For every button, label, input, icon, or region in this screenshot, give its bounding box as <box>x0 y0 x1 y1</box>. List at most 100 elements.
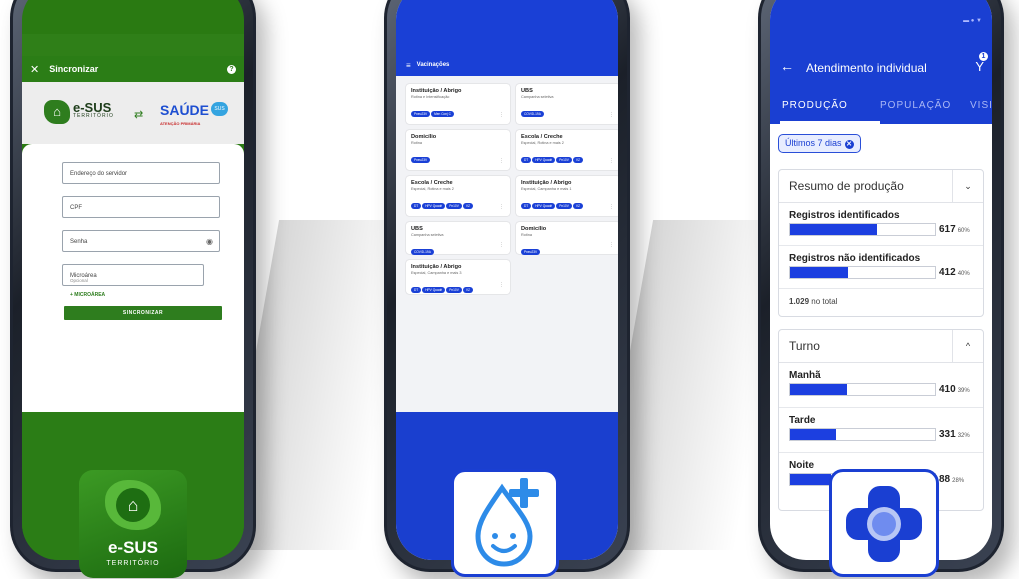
filter-count-badge: 1 <box>979 52 988 61</box>
vaccine-chip: VZ <box>572 203 583 209</box>
card-subtitle: Campanha seletiva <box>411 233 444 237</box>
tab-visita[interactable]: VISITA <box>970 100 992 111</box>
more-icon[interactable]: ⋮ <box>609 112 614 118</box>
total-value: 1.029 <box>789 297 810 306</box>
vaccine-chip: VZ <box>572 157 583 163</box>
saude-logo: SAÚDE SUS ATENÇÃO PRIMÁRIA <box>160 102 229 126</box>
more-icon[interactable]: ⋮ <box>499 242 504 248</box>
esus-logo-text: e-SUS <box>73 100 112 115</box>
more-icon[interactable]: ⋮ <box>499 204 504 210</box>
close-icon[interactable]: ✕ <box>30 63 39 76</box>
stat-row: Registros não identificados 412 40% <box>779 246 983 289</box>
vaccine-chip: Pn10V <box>556 203 572 209</box>
panel-header[interactable]: Turno ^ <box>779 330 983 363</box>
optional-hint: Opcional <box>70 278 88 283</box>
stat-label: Registros não identificados <box>789 253 921 264</box>
card-title: Escola / Creche <box>411 180 453 186</box>
vaccine-drop-app-icon <box>451 469 559 577</box>
more-icon[interactable]: ⋮ <box>609 204 614 210</box>
tab-producao[interactable]: PRODUÇÃO <box>782 100 848 111</box>
sync-button[interactable]: SINCRONIZAR <box>64 306 222 320</box>
vaccine-chip: Pn10V <box>556 157 572 163</box>
stat-count: 410 <box>939 384 956 395</box>
esus-territorio-app-icon: ⌂ e-SUS TERRITÓRIO <box>79 470 187 578</box>
panel-header[interactable]: Resumo de produção ⌄ <box>779 170 983 203</box>
more-icon[interactable]: ⋮ <box>609 158 614 164</box>
vaccination-card[interactable]: UBS Campanha seletiva COVID-19A ⋮ <box>516 84 618 124</box>
stat-value: 412 40% <box>939 267 970 278</box>
house-icon: ⌂ <box>116 488 150 522</box>
card-title: Domicílio <box>411 134 437 140</box>
add-microarea-button[interactable]: + MICROÁREA <box>70 292 105 298</box>
card-subtitle: Especial, Rotina e mais 2 <box>521 141 564 145</box>
card-title: Escola / Creche <box>521 134 563 140</box>
status-bar <box>396 0 618 54</box>
vaccination-card[interactable]: Instituição / Abrigo Especial, Campanha … <box>516 176 618 216</box>
stat-percent: 39% <box>957 388 970 394</box>
eye-icon[interactable]: ◉ <box>206 231 213 253</box>
more-icon[interactable]: ⋮ <box>609 242 614 248</box>
total-line: 1.029 no total <box>779 289 983 317</box>
app-bar-title: Sincronizar <box>49 64 99 74</box>
stat-bar <box>789 223 936 236</box>
close-icon[interactable]: ✕ <box>844 140 854 149</box>
card-title: Instituição / Abrigo <box>521 180 572 186</box>
vaccination-card[interactable]: Domicílio Rotina Pneu23V ⋮ <box>516 222 618 255</box>
stat-label: Registros identificados <box>789 210 900 221</box>
sus-logo-badge: SUS <box>211 102 229 116</box>
stat-label: Tarde <box>789 415 816 426</box>
vaccination-card[interactable]: Escola / Creche Especial, Rotina e mais … <box>406 176 510 216</box>
app-icon-title: e-SUS <box>107 538 159 557</box>
vaccine-chip: Pneu23V <box>411 111 431 117</box>
vaccine-chip: COVID-19A <box>521 111 544 117</box>
stat-percent: 60% <box>957 228 970 234</box>
date-filter-chip[interactable]: Últimos 7 dias ✕ <box>778 134 861 153</box>
stat-value: 410 39% <box>939 384 970 395</box>
stat-row: Registros identificados 617 60% <box>779 203 983 246</box>
password-field[interactable]: Senha ◉ <box>62 230 220 252</box>
vaccine-chip: DT <box>521 157 532 163</box>
chevron-down-icon[interactable]: ⌄ <box>952 170 983 202</box>
card-subtitle: Rotina <box>411 141 422 145</box>
filter-icon[interactable]: Y <box>975 59 984 74</box>
help-icon[interactable]: ? <box>227 64 236 74</box>
cpf-field[interactable]: CPF <box>62 196 220 218</box>
server-address-field[interactable]: Endereço do servidor <box>62 162 220 184</box>
more-icon[interactable]: ⋮ <box>499 158 504 164</box>
tab-populacao[interactable]: POPULAÇÃO <box>880 100 951 111</box>
card-title: UBS <box>411 226 423 232</box>
vaccination-card[interactable]: UBS Campanha seletiva COVID-19A ⋮ <box>406 222 510 255</box>
vaccination-card[interactable]: Escola / Creche Especial, Rotina e mais … <box>516 130 618 170</box>
card-title: Instituição / Abrigo <box>411 264 462 270</box>
chevron-up-icon[interactable]: ^ <box>952 330 983 362</box>
active-tab-indicator <box>780 121 880 124</box>
menu-icon[interactable]: ≡ <box>406 61 411 70</box>
vaccination-card[interactable]: Instituição / Abrigo Rotina e Intensific… <box>406 84 510 124</box>
password-field-label: Senha <box>70 239 88 245</box>
card-title: UBS <box>521 88 533 94</box>
stat-bar <box>789 383 936 396</box>
vaccination-card[interactable]: Instituição / Abrigo Especial, Campanha … <box>406 260 510 294</box>
saude-logo-text: SAÚDE <box>160 102 210 118</box>
vaccine-chip: Pneu23V <box>411 157 431 163</box>
card-subtitle: Rotina e Intensificação <box>411 95 450 99</box>
more-icon[interactable]: ⋮ <box>499 282 504 288</box>
stat-row: Tarde 331 32% <box>779 408 983 453</box>
stat-bar <box>789 428 936 441</box>
more-icon[interactable]: ⋮ <box>499 112 504 118</box>
app-bar-title: Vacinações <box>416 62 450 68</box>
tab-bar: PRODUÇÃO POPULAÇÃO VISITA <box>770 88 992 124</box>
stat-bar <box>789 266 936 279</box>
status-bar: ▬ ● ▼ <box>770 0 992 48</box>
house-icon: ⌂ <box>44 100 70 124</box>
stat-label: Manhã <box>789 370 821 381</box>
back-arrow-icon[interactable]: ← <box>780 58 794 74</box>
stat-count: 617 <box>939 224 956 235</box>
production-summary-panel: Resumo de produção ⌄ Registros identific… <box>778 169 984 317</box>
vaccination-card[interactable]: Domicílio Rotina Pneu23V ⋮ <box>406 130 510 170</box>
vaccine-chip: Pn10V <box>446 203 462 209</box>
vaccine-chip: Pn10V <box>446 287 462 293</box>
medical-cross-icon <box>846 486 922 562</box>
card-subtitle: Campanha seletiva <box>521 95 554 99</box>
status-icons: ▬ ● ▼ <box>963 18 982 24</box>
